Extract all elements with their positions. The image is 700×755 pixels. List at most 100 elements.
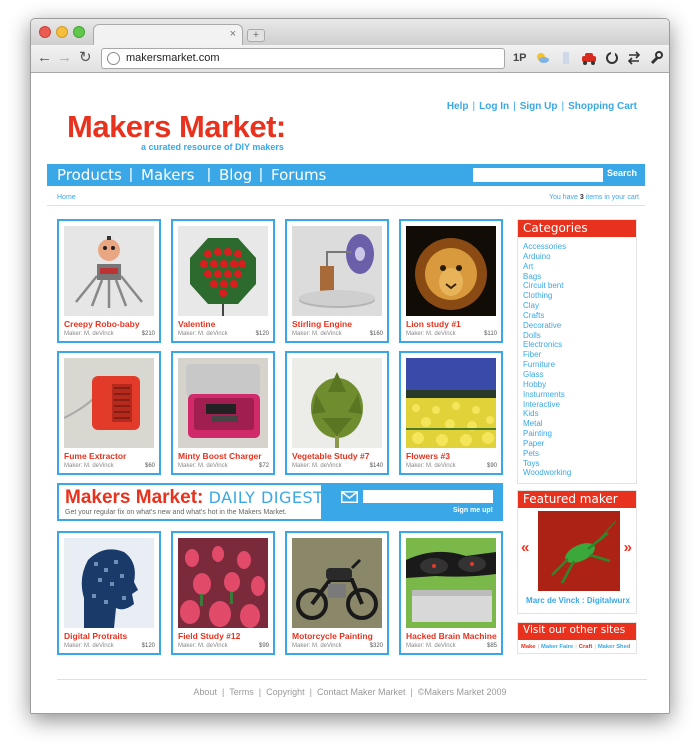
category-item[interactable]: Toys [523, 459, 636, 469]
category-item[interactable]: Furniture [523, 360, 636, 370]
shopping-cart-link[interactable]: Shopping Cart [568, 101, 637, 112]
product-name[interactable]: Hacked Brain Machine [406, 631, 497, 641]
forward-arrow-icon[interactable]: → [57, 50, 72, 66]
product-price: $72 [258, 463, 269, 469]
category-item[interactable]: Arduino [523, 252, 636, 262]
tab-close-icon[interactable]: × [230, 28, 236, 40]
product-name[interactable]: Flowers #3 [406, 451, 450, 461]
category-item[interactable]: Art [523, 262, 636, 272]
product-name[interactable]: Digital Protraits [64, 631, 127, 641]
product-card[interactable]: Digital Protraits Maker: M. deVinck $120 [57, 531, 161, 655]
nav-products[interactable]: Products [57, 166, 122, 184]
product-name[interactable]: Lion study #1 [406, 319, 461, 329]
footer-link-about[interactable]: About [193, 687, 217, 697]
site-link-make[interactable]: Make [521, 644, 536, 650]
category-item[interactable]: Woodworking [523, 468, 636, 478]
category-item[interactable]: Metal [523, 419, 636, 429]
weather-extension-icon[interactable] [535, 51, 549, 69]
product-card[interactable]: Stirling Engine Maker: M. deVinck $160 [285, 219, 389, 343]
swap-arrows-icon[interactable] [627, 51, 641, 69]
product-image-field-study [178, 538, 268, 628]
bookmark-extension-icon[interactable] [561, 51, 571, 69]
category-item[interactable]: Hobby [523, 380, 636, 390]
product-price: $210 [141, 331, 155, 337]
car-extension-icon[interactable] [581, 51, 597, 69]
category-item[interactable]: Interactive [523, 400, 636, 410]
web-page: Help | Log In | Sign Up | Shopping Cart Makers… [31, 73, 669, 713]
signup-link[interactable]: Sign Up [520, 101, 558, 112]
category-item[interactable]: Accessories [523, 242, 636, 252]
product-name[interactable]: Creepy Robo-baby [64, 319, 140, 329]
product-card[interactable]: Vegetable Study #7 Maker: M. deVinck $14… [285, 351, 389, 475]
digest-signup-button[interactable]: Sign me up! [453, 507, 493, 514]
product-name[interactable]: Fume Extractor [64, 451, 126, 461]
search-button[interactable]: Search [607, 168, 637, 178]
cart-status[interactable]: You have 3 items in your cart [549, 194, 639, 201]
category-item[interactable]: Electronics [523, 340, 636, 350]
category-item[interactable]: Clay [523, 301, 636, 311]
nav-forums[interactable]: Forums [271, 166, 326, 184]
site-link-maker-shed[interactable]: Maker Shed [598, 644, 631, 650]
product-image-stirling-engine [292, 226, 382, 316]
product-card[interactable]: Fume Extractor Maker: M. deVinck $60 [57, 351, 161, 475]
featured-prev-arrow[interactable]: « [521, 539, 529, 556]
category-item[interactable]: Circuit bent [523, 281, 636, 291]
sync-extension-icon[interactable] [605, 51, 619, 69]
category-item[interactable]: Pets [523, 449, 636, 459]
breadcrumb-bar: Home You have 3 items in your cart [47, 190, 645, 206]
nav-separator: | [259, 166, 263, 183]
product-card[interactable]: Hacked Brain Machine Maker: M. deVinck $… [399, 531, 503, 655]
featured-maker-image[interactable] [538, 511, 620, 591]
category-item[interactable]: Decorative [523, 321, 636, 331]
product-card[interactable]: Field Study #12 Maker: M. deVinck $99 [171, 531, 275, 655]
browser-tab[interactable]: × [93, 24, 243, 46]
product-name[interactable]: Field Study #12 [178, 631, 240, 641]
category-item[interactable]: Crafts [523, 311, 636, 321]
product-card[interactable]: Lion study #1 Maker: M. deVinck $110 [399, 219, 503, 343]
category-item[interactable]: Kids [523, 409, 636, 419]
product-name[interactable]: Minty Boost Charger [178, 451, 262, 461]
product-maker: Maker: M. deVinck [292, 643, 342, 649]
site-logo[interactable]: Makers Market: [67, 109, 286, 145]
category-item[interactable]: Insturments [523, 390, 636, 400]
site-link-craft[interactable]: Craft [579, 644, 593, 650]
search-input[interactable] [473, 168, 603, 182]
back-arrow-icon[interactable]: ← [37, 50, 52, 66]
footer-link-copyright[interactable]: Copyright [266, 687, 305, 697]
category-item[interactable]: Clothing [523, 291, 636, 301]
address-bar[interactable]: makersmarket.com [101, 48, 505, 69]
product-card[interactable]: Flowers #3 Maker: M. deVinck $90 [399, 351, 503, 475]
category-item[interactable]: Fiber [523, 350, 636, 360]
product-card[interactable]: Creepy Robo-baby Maker: M. deVinck $210 [57, 219, 161, 343]
reload-icon[interactable]: ↻ [79, 50, 92, 66]
new-tab-button[interactable]: + [247, 29, 265, 42]
zoom-window-button[interactable] [73, 26, 85, 38]
product-name[interactable]: Valentine [178, 319, 215, 329]
onepassword-extension-button[interactable]: 1P [513, 51, 526, 65]
category-item[interactable]: Painting [523, 429, 636, 439]
category-item[interactable]: Paper [523, 439, 636, 449]
wrench-icon[interactable] [649, 51, 663, 69]
login-link[interactable]: Log In [479, 101, 509, 112]
category-item[interactable]: Glass [523, 370, 636, 380]
breadcrumb-home[interactable]: Home [57, 194, 76, 201]
site-link-maker-faire[interactable]: Maker Faire [541, 644, 573, 650]
digest-email-input[interactable] [363, 490, 493, 503]
category-item[interactable]: Bags [523, 272, 636, 282]
minimize-window-button[interactable] [56, 26, 68, 38]
footer-link-contact[interactable]: Contact Maker Market [317, 687, 406, 697]
category-item[interactable]: Dolls [523, 331, 636, 341]
nav-makers[interactable]: Makers [141, 166, 195, 184]
product-name[interactable]: Motorcycle Painting [292, 631, 373, 641]
nav-blog[interactable]: Blog [219, 166, 252, 184]
footer-link-terms[interactable]: Terms [229, 687, 254, 697]
featured-next-arrow[interactable]: » [624, 539, 632, 556]
featured-maker-name[interactable]: Marc de Vinck : Digitalwurx [518, 596, 638, 605]
product-name[interactable]: Vegetable Study #7 [292, 451, 369, 461]
help-link[interactable]: Help [447, 101, 469, 112]
product-card[interactable]: Motorcycle Painting Maker: M. deVinck $3… [285, 531, 389, 655]
close-window-button[interactable] [39, 26, 51, 38]
product-card[interactable]: Minty Boost Charger Maker: M. deVinck $7… [171, 351, 275, 475]
product-name[interactable]: Stirling Engine [292, 319, 352, 329]
product-card[interactable]: Valentine Maker: M. deVinck $120 [171, 219, 275, 343]
